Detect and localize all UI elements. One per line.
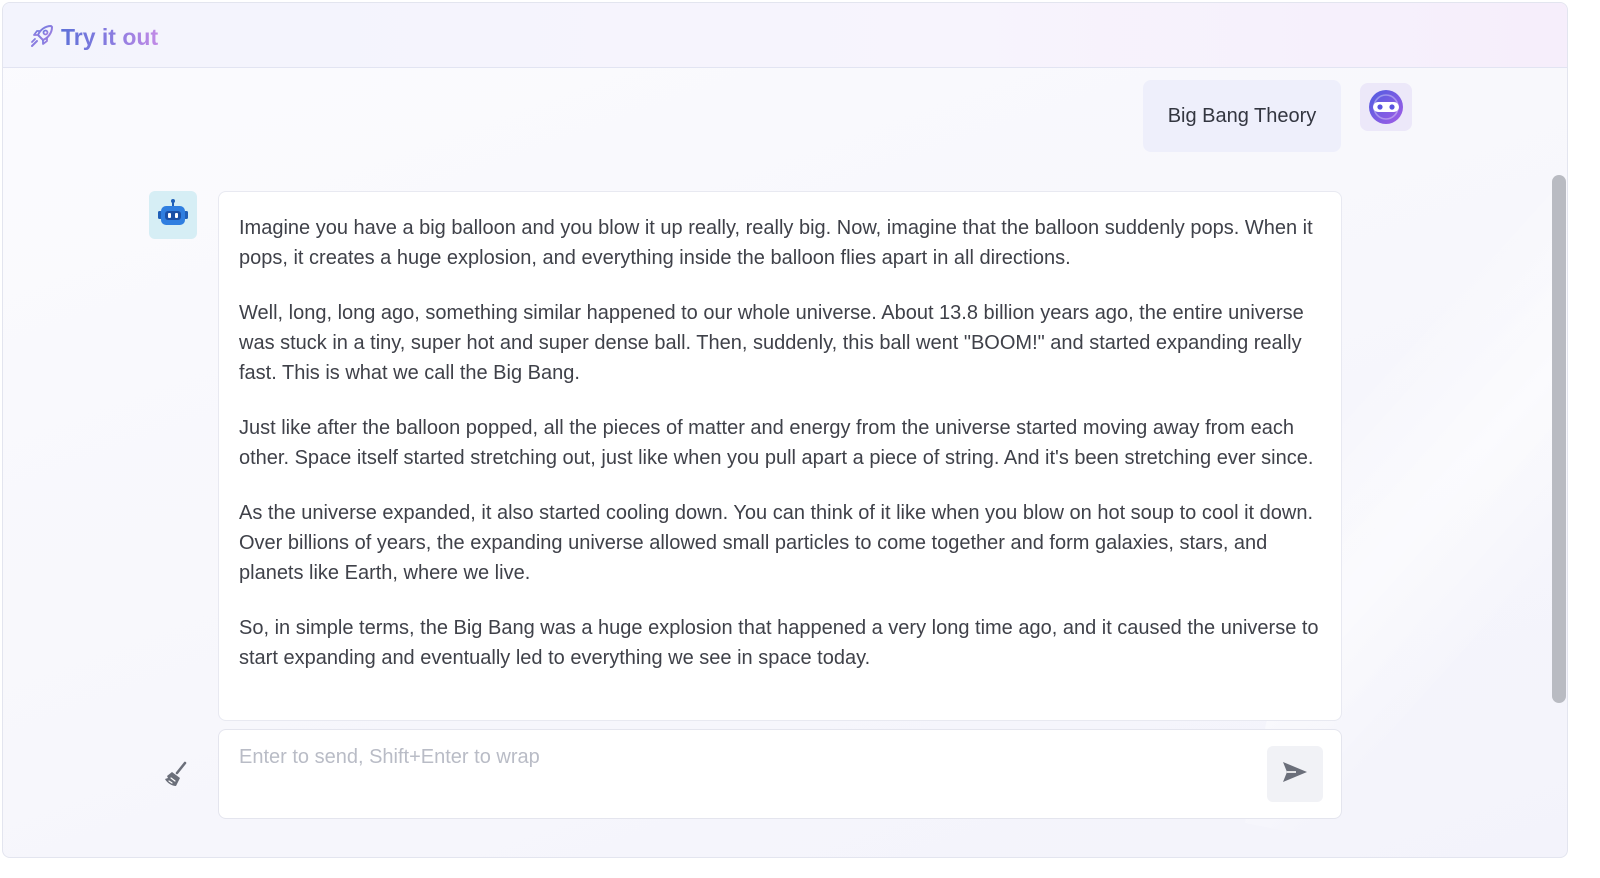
message-input[interactable] <box>239 746 1249 802</box>
answer-paragraph: So, in simple terms, the Big Bang was a … <box>239 617 1319 669</box>
panel-title: Try it out <box>61 24 159 50</box>
send-button[interactable] <box>1267 746 1323 802</box>
user-message-bubble: Big Bang Theory <box>1143 80 1341 152</box>
answer-paragraph: Just like after the balloon popped, all … <box>239 417 1314 469</box>
user-avatar-icon <box>1360 83 1412 131</box>
assistant-answer: Imagine you have a big balloon and you b… <box>218 191 1342 721</box>
message-composer <box>218 729 1342 819</box>
user-message-text: Big Bang Theory <box>1167 104 1317 127</box>
answer-paragraph: Imagine you have a big balloon and you b… <box>239 217 1313 269</box>
panel-header: Try it out <box>3 3 1567 68</box>
broom-icon <box>161 761 193 795</box>
send-icon <box>1281 760 1309 789</box>
answer-paragraph: As the universe expanded, it also starte… <box>239 502 1314 584</box>
robot-icon <box>149 199 197 243</box>
answer-paragraph: Well, long, long ago, something similar … <box>239 302 1304 384</box>
clear-chat-button[interactable] <box>161 759 193 791</box>
bot-avatar <box>149 191 197 239</box>
scrollbar-thumb[interactable] <box>1552 175 1566 703</box>
try-it-out-panel: Try it out Big Bang Theory Imagine you h… <box>2 2 1568 858</box>
rocket-icon <box>29 23 55 49</box>
